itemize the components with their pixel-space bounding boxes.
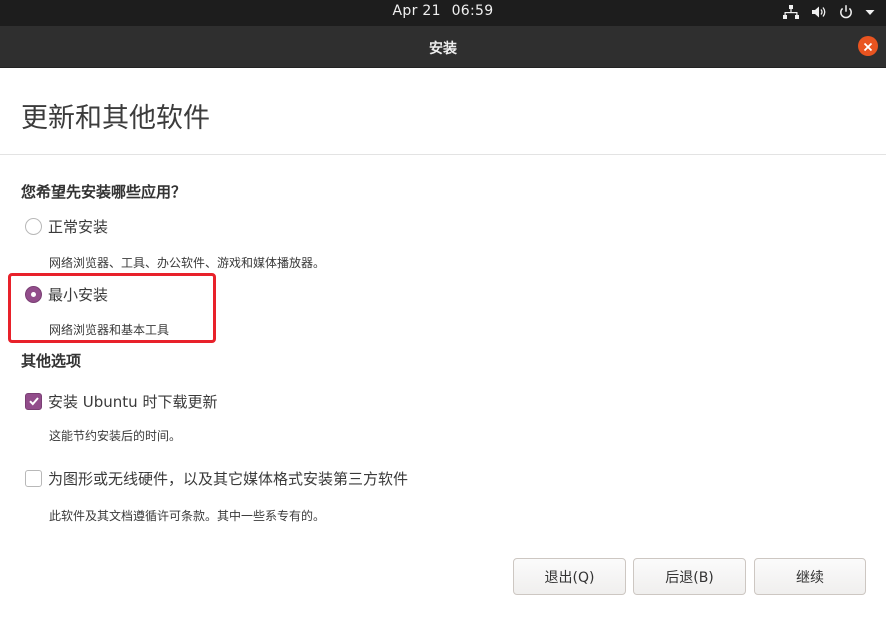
normal-install-description: 网络浏览器、工具、办公软件、游戏和媒体播放器。 <box>49 256 326 270</box>
volume-icon[interactable] <box>810 4 828 20</box>
quit-button[interactable]: 退出(Q) <box>513 558 626 595</box>
clock-time: 06:59 <box>451 3 494 19</box>
checkbox-third-party-indicator[interactable] <box>25 470 42 487</box>
radio-normal-install-indicator[interactable] <box>25 218 42 235</box>
close-icon <box>863 37 873 56</box>
radio-normal-install-label: 正常安装 <box>48 218 109 236</box>
other-options-heading: 其他选项 <box>21 352 82 370</box>
network-icon[interactable] <box>782 4 800 20</box>
clock[interactable]: Apr 21 06:59 <box>0 3 886 19</box>
system-top-bar: Apr 21 06:59 <box>0 0 886 26</box>
radio-normal-install[interactable]: 正常安装 <box>25 216 108 237</box>
checkbox-download-updates-indicator[interactable] <box>25 393 42 410</box>
third-party-description: 此软件及其文档遵循许可条款。其中一些系专有的。 <box>49 509 326 523</box>
clock-date: Apr 21 <box>392 3 441 19</box>
download-updates-description: 这能节约安装后的时间。 <box>49 429 182 443</box>
dropdown-arrow-icon[interactable] <box>864 4 876 20</box>
minimal-install-description: 网络浏览器和基本工具 <box>49 323 170 337</box>
window-title-bar: 安装 <box>0 26 886 68</box>
back-button[interactable]: 后退(B) <box>633 558 746 595</box>
checkbox-download-updates[interactable]: 安装 Ubuntu 时下载更新 <box>25 391 217 412</box>
checkbox-download-updates-label: 安装 Ubuntu 时下载更新 <box>48 393 218 411</box>
checkbox-third-party-software[interactable]: 为图形或无线硬件，以及其它媒体格式安装第三方软件 <box>25 468 408 489</box>
page-title: 更新和其他软件 <box>21 103 210 134</box>
page-header: 更新和其他软件 <box>0 68 886 155</box>
system-tray[interactable] <box>782 4 876 20</box>
checkbox-third-party-label: 为图形或无线硬件，以及其它媒体格式安装第三方软件 <box>48 470 409 488</box>
checkmark-icon <box>28 392 40 411</box>
install-type-heading: 您希望先安装哪些应用？ <box>21 183 187 201</box>
radio-minimal-install-label: 最小安装 <box>48 286 109 304</box>
radio-minimal-install-indicator[interactable] <box>25 286 42 303</box>
window-title: 安装 <box>429 41 457 57</box>
close-button[interactable] <box>858 36 878 56</box>
power-icon[interactable] <box>838 4 854 20</box>
continue-button[interactable]: 继续 <box>754 558 866 595</box>
radio-minimal-install[interactable]: 最小安装 <box>25 284 108 305</box>
